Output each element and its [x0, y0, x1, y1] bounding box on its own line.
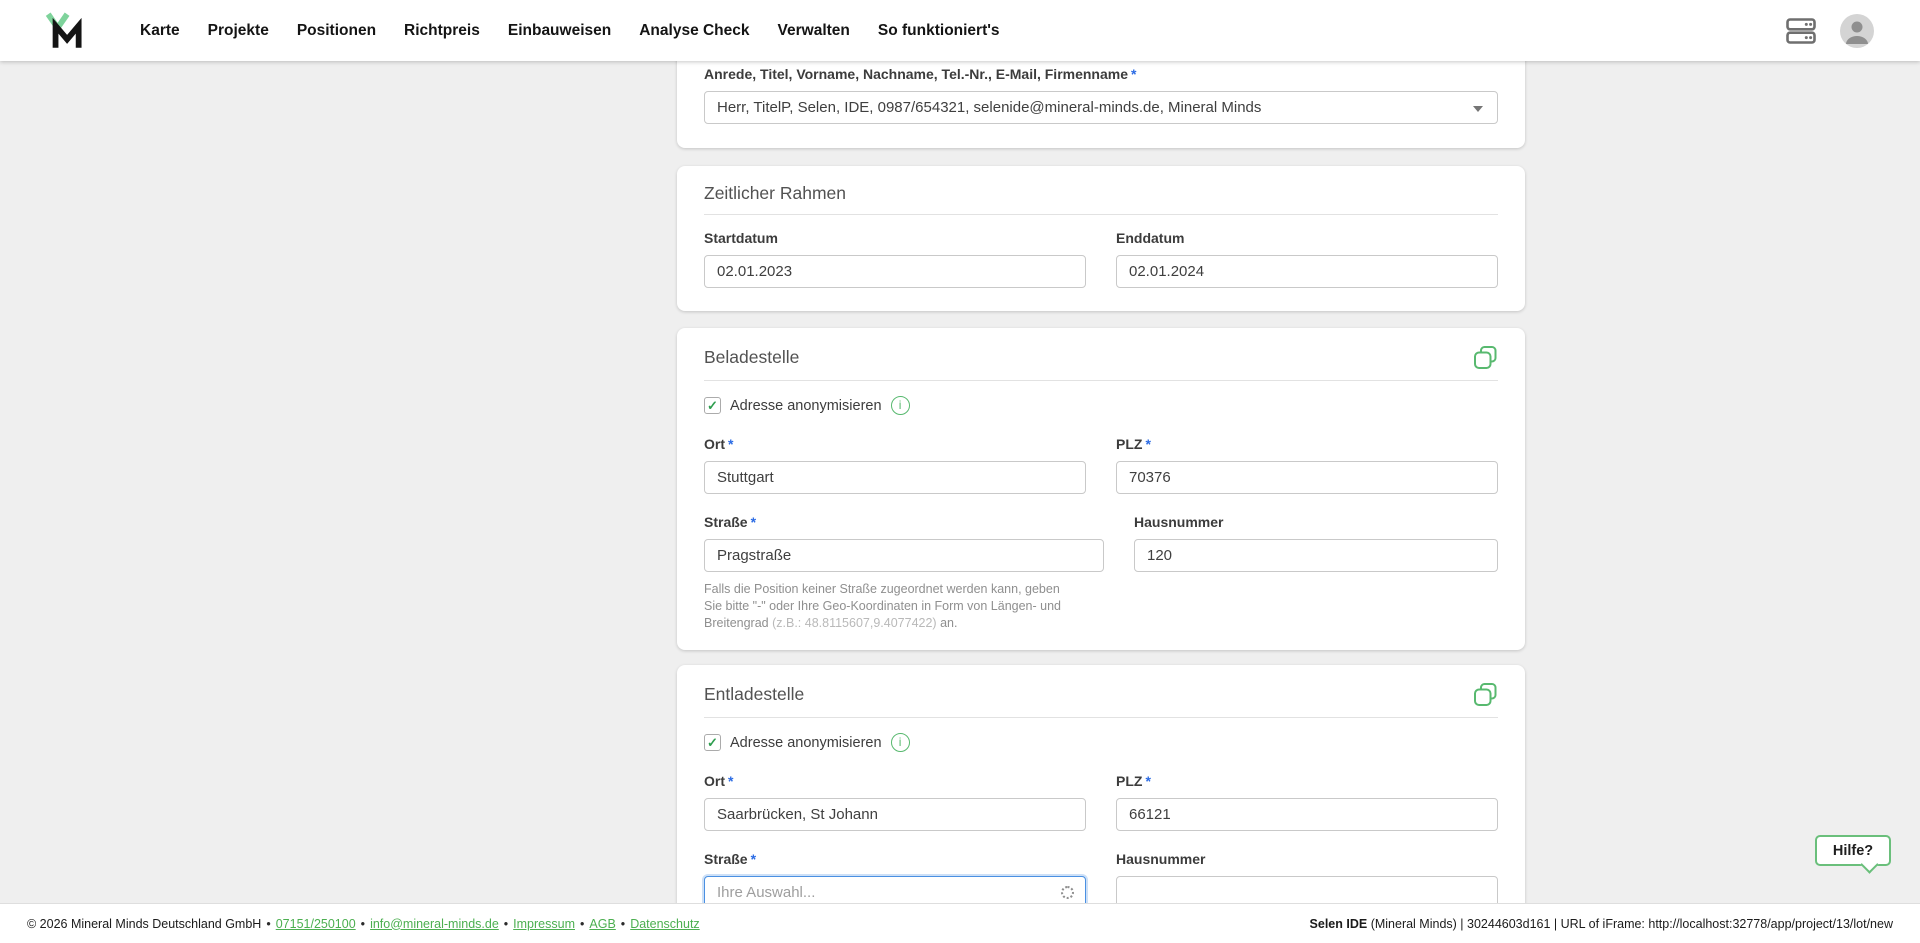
- footer-link-impressum[interactable]: Impressum: [513, 917, 575, 931]
- strasse-input[interactable]: [704, 539, 1104, 572]
- hausnummer-label: Hausnummer: [1116, 851, 1498, 868]
- loading-spinner-icon: [1061, 886, 1074, 899]
- ort-input[interactable]: [704, 798, 1086, 831]
- nav-item-positionen[interactable]: Positionen: [297, 22, 376, 40]
- required-asterisk: *: [728, 436, 733, 452]
- anonymize-checkbox[interactable]: [704, 397, 721, 414]
- footer-separator: •: [266, 917, 270, 931]
- footer-link-agb[interactable]: AGB: [589, 917, 615, 931]
- required-asterisk: *: [751, 851, 756, 867]
- footer-link-datenschutz[interactable]: Datenschutz: [630, 917, 699, 931]
- footer-separator: •: [361, 917, 365, 931]
- strasse-label-text: Straße: [704, 851, 748, 867]
- helper-line1: Falls die Position keiner Straße zugeord…: [704, 581, 1104, 598]
- helper-line3-prefix: Breitengrad: [704, 616, 772, 630]
- contact-select[interactable]: Herr, TitelP, Selen, IDE, 0987/654321, s…: [704, 91, 1498, 124]
- ort-label-text: Ort: [704, 436, 725, 452]
- strasse-label-text: Straße: [704, 514, 748, 530]
- plz-label: PLZ*: [1116, 773, 1498, 790]
- helper-line2: Sie bitte "-" oder Ihre Geo-Koordinaten …: [704, 598, 1104, 615]
- server-icon[interactable]: [1786, 18, 1816, 44]
- divider: [704, 380, 1498, 381]
- footer-link-phone[interactable]: 07151/250100: [276, 917, 356, 931]
- footer-separator: •: [580, 917, 584, 931]
- top-navigation-bar: Karte Projekte Positionen Richtpreis Ein…: [0, 0, 1920, 61]
- footer-separator: •: [621, 917, 625, 931]
- mineral-minds-logo[interactable]: [44, 9, 88, 53]
- required-asterisk: *: [728, 773, 733, 789]
- ort-label-text: Ort: [704, 773, 725, 789]
- copy-icon[interactable]: [1473, 345, 1498, 370]
- contact-select-value: Herr, TitelP, Selen, IDE, 0987/654321, s…: [717, 99, 1261, 116]
- logo-icon: [44, 10, 86, 52]
- dropdown-caret-icon: [1473, 106, 1483, 112]
- required-asterisk: *: [1145, 773, 1150, 789]
- strasse-label: Straße*: [704, 514, 1104, 531]
- enddatum-input[interactable]: [1116, 255, 1498, 288]
- plz-input[interactable]: [1116, 461, 1498, 494]
- helper-line3: Breitengrad (z.B.: 48.8115607,9.4077422)…: [704, 615, 1104, 632]
- footer-copyright: © 2026 Mineral Minds Deutschland GmbH: [27, 917, 261, 931]
- plz-label-text: PLZ: [1116, 436, 1142, 452]
- footer-link-email[interactable]: info@mineral-minds.de: [370, 917, 499, 931]
- help-button[interactable]: Hilfe?: [1815, 835, 1891, 866]
- divider: [704, 214, 1498, 215]
- nav-item-richtpreis[interactable]: Richtpreis: [404, 22, 480, 40]
- contact-select-label: Anrede, Titel, Vorname, Nachname, Tel.-N…: [704, 66, 1498, 83]
- info-icon[interactable]: [891, 396, 910, 415]
- enddatum-label: Enddatum: [1116, 230, 1498, 247]
- helper-line3-suffix: an.: [937, 616, 958, 630]
- ort-input[interactable]: [704, 461, 1086, 494]
- hausnummer-label: Hausnummer: [1134, 514, 1498, 531]
- helper-line3-example: (z.B.: 48.8115607,9.4077422): [772, 616, 936, 630]
- strasse-helper-text: Falls die Position keiner Straße zugeord…: [704, 581, 1104, 632]
- hausnummer-input[interactable]: [1134, 539, 1498, 572]
- ort-label: Ort*: [704, 773, 1086, 790]
- footer-left: © 2026 Mineral Minds Deutschland GmbH • …: [27, 917, 700, 931]
- copy-icon[interactable]: [1473, 682, 1498, 707]
- strasse-label: Straße*: [704, 851, 1086, 868]
- required-asterisk: *: [751, 514, 756, 530]
- contact-select-label-text: Anrede, Titel, Vorname, Nachname, Tel.-N…: [704, 66, 1128, 82]
- nav-item-so-funktionierts[interactable]: So funktioniert's: [878, 22, 1000, 40]
- footer: © 2026 Mineral Minds Deutschland GmbH • …: [0, 903, 1920, 943]
- entladestelle-title: Entladestelle: [704, 684, 804, 705]
- loading-point-card: Beladestelle Adresse anonymisieren Ort* …: [677, 328, 1525, 650]
- unloading-point-card: Entladestelle Adresse anonymisieren Ort*…: [677, 665, 1525, 915]
- header-icons: [1786, 14, 1874, 48]
- startdatum-label: Startdatum: [704, 230, 1086, 247]
- footer-session-details: (Mineral Minds) | 30244603d161 | URL of …: [1367, 917, 1893, 931]
- beladestelle-title: Beladestelle: [704, 347, 799, 368]
- required-asterisk: *: [1145, 436, 1150, 452]
- startdatum-input[interactable]: [704, 255, 1086, 288]
- footer-user: Selen IDE: [1310, 917, 1368, 931]
- plz-label-text: PLZ: [1116, 773, 1142, 789]
- nav-item-verwalten[interactable]: Verwalten: [778, 22, 850, 40]
- required-asterisk: *: [1131, 66, 1136, 82]
- ort-label: Ort*: [704, 436, 1086, 453]
- user-avatar[interactable]: [1840, 14, 1874, 48]
- timeframe-title: Zeitlicher Rahmen: [704, 183, 846, 204]
- plz-label: PLZ*: [1116, 436, 1498, 453]
- anonymize-label: Adresse anonymisieren: [730, 735, 882, 751]
- footer-separator: •: [504, 917, 508, 931]
- anonymize-checkbox[interactable]: [704, 734, 721, 751]
- footer-session-info: Selen IDE (Mineral Minds) | 30244603d161…: [1310, 917, 1893, 931]
- nav-item-analyse-check[interactable]: Analyse Check: [639, 22, 749, 40]
- nav-item-karte[interactable]: Karte: [140, 22, 180, 40]
- main-nav: Karte Projekte Positionen Richtpreis Ein…: [140, 22, 1000, 40]
- nav-item-projekte[interactable]: Projekte: [208, 22, 269, 40]
- timeframe-card: Zeitlicher Rahmen Startdatum Enddatum: [677, 166, 1525, 311]
- nav-item-einbauweisen[interactable]: Einbauweisen: [508, 22, 611, 40]
- info-icon[interactable]: [891, 733, 910, 752]
- person-icon: [1840, 14, 1874, 48]
- anonymize-label: Adresse anonymisieren: [730, 398, 882, 414]
- divider: [704, 717, 1498, 718]
- plz-input[interactable]: [1116, 798, 1498, 831]
